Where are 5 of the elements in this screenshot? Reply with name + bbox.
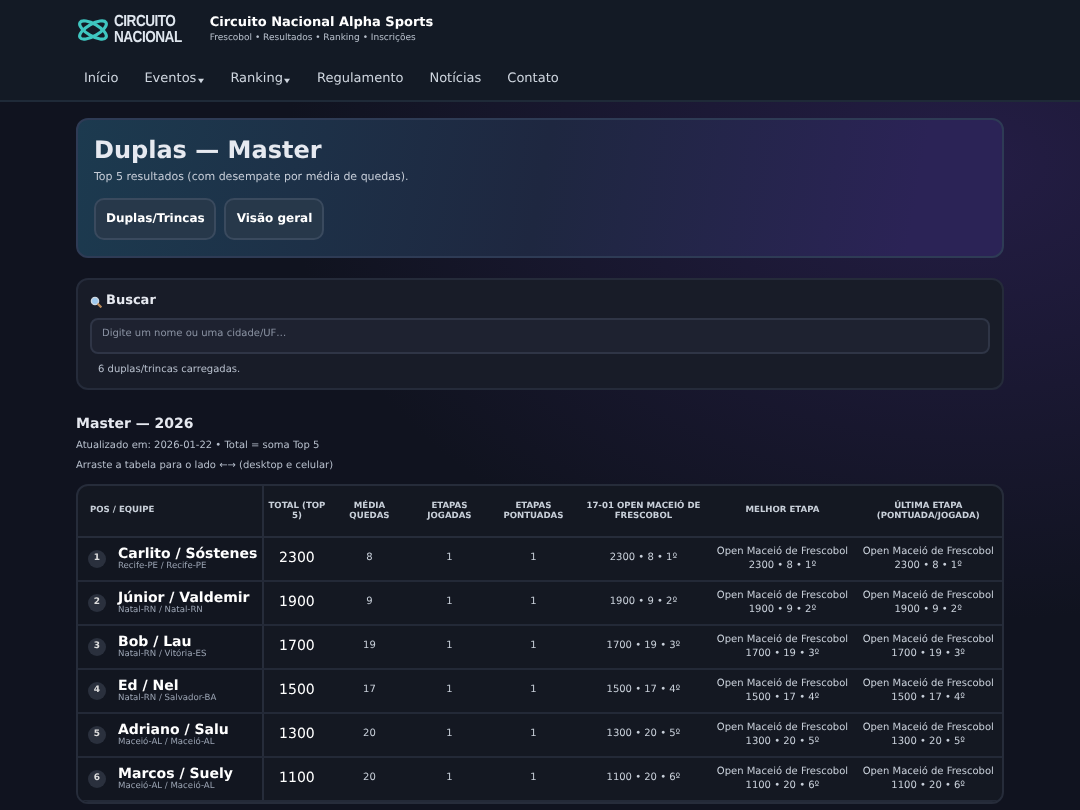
logo-icon xyxy=(76,16,110,44)
search-icon xyxy=(90,295,102,308)
logo-text: NACIONAL xyxy=(114,30,182,46)
logo-text: CIRCUITO xyxy=(114,14,178,30)
page-title: Duplas — Master xyxy=(94,136,324,165)
